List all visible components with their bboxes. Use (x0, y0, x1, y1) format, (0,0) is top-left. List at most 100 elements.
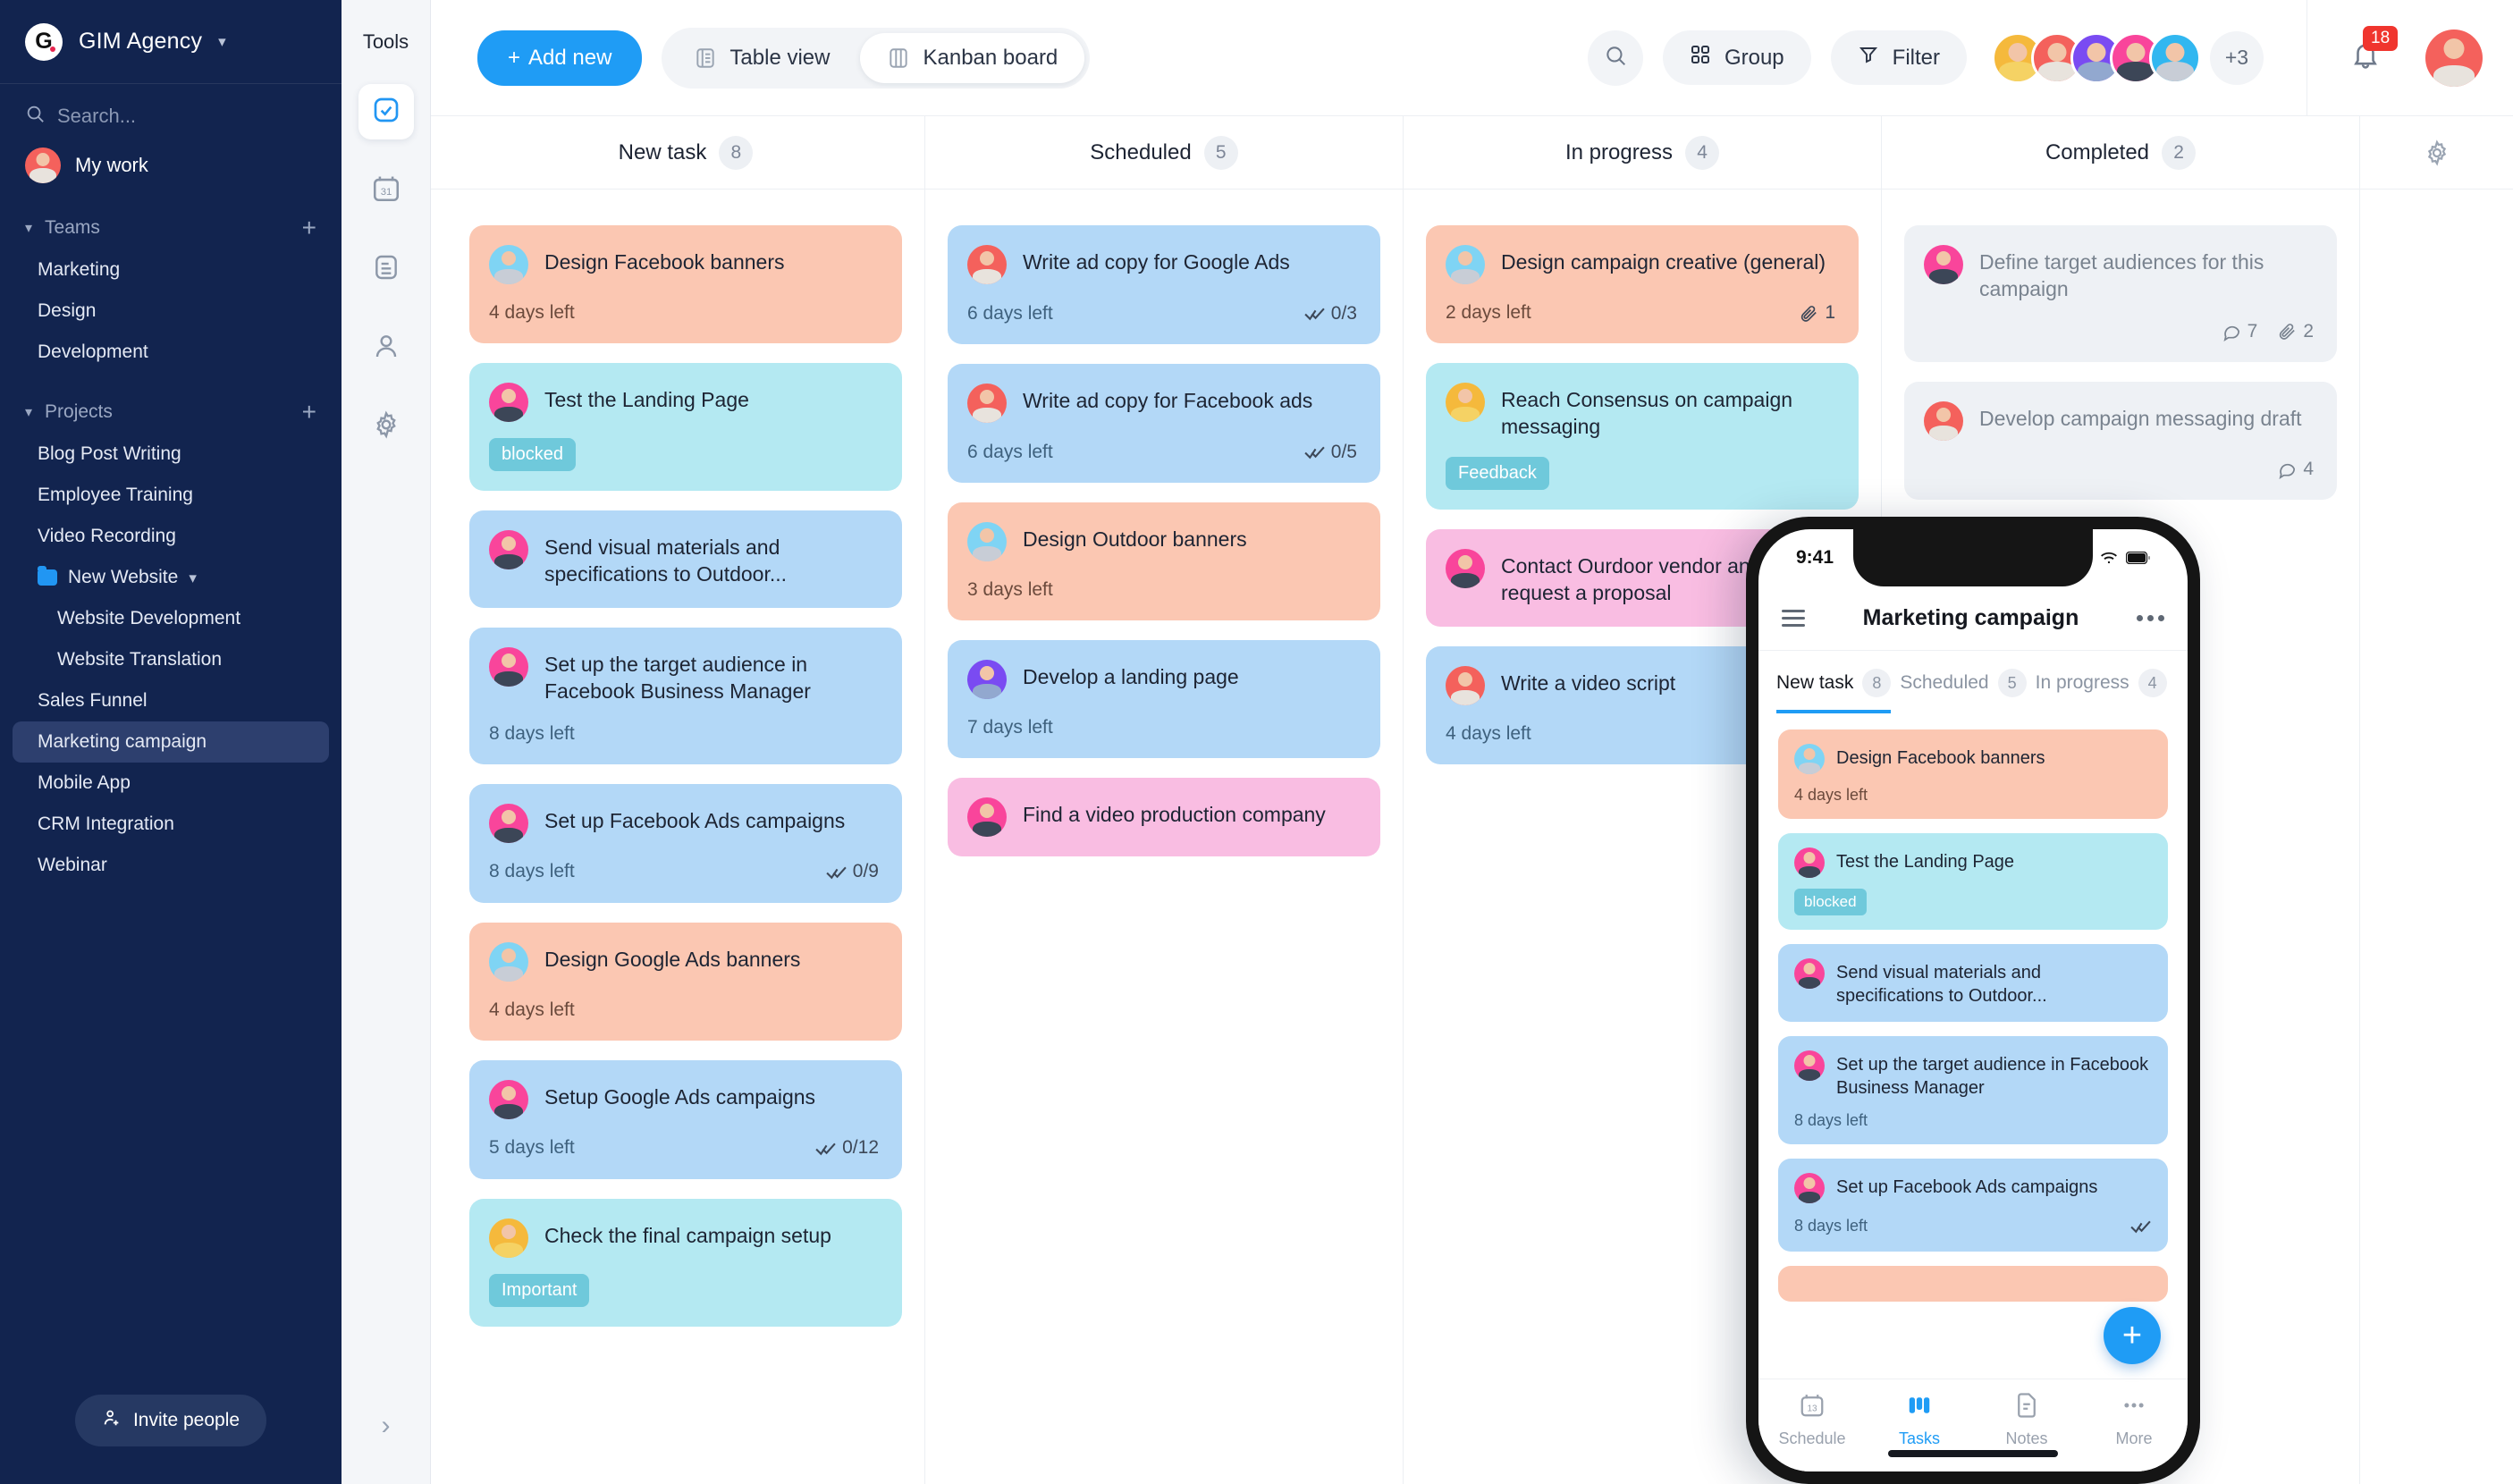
rail-item-calendar[interactable]: 31 (358, 163, 414, 218)
task-card[interactable]: Write ad copy for Google Ads 6 days left… (948, 225, 1380, 344)
attachment-count: 2 (2277, 321, 2314, 342)
phone-tab-1[interactable]: Scheduled 5 (1900, 669, 2027, 713)
column-header-3[interactable]: Completed 2 (1882, 116, 2360, 190)
task-card[interactable]: Develop a landing page 7 days left (948, 640, 1380, 758)
task-card[interactable]: Write ad copy for Facebook ads 6 days le… (948, 364, 1380, 483)
add-task-fab[interactable]: + (2104, 1307, 2161, 1364)
column-header-1[interactable]: Scheduled 5 (925, 116, 1404, 190)
sidebar-item-project-9[interactable]: CRM Integration (13, 804, 329, 845)
phone-tab-2[interactable]: In progress 4 (2036, 669, 2167, 713)
battery-icon (2126, 552, 2150, 564)
phone-nav-0[interactable]: 13 Schedule (1758, 1392, 1866, 1448)
rail-item-notes[interactable] (358, 241, 414, 297)
task-card[interactable]: Test the Landing Page blocked (469, 363, 902, 491)
my-work-label: My work (75, 154, 148, 176)
board-column-headers: New task 8 Scheduled 5 In progress 4 Com… (431, 116, 2513, 190)
column-header-2[interactable]: In progress 4 (1404, 116, 1882, 190)
tab-table-view[interactable]: Table view (667, 33, 856, 83)
card-header: Send visual materials and specifications… (1794, 958, 2152, 1008)
avatars-overflow-count[interactable]: +3 (2210, 30, 2264, 85)
phone-nav-3[interactable]: More (2080, 1392, 2188, 1448)
card-footer: 72 (1924, 321, 2314, 342)
phone-nav-2[interactable]: Notes (1973, 1392, 2080, 1448)
card-header: Develop a landing page (967, 660, 1357, 699)
sidebar-item-team-1[interactable]: Design (13, 291, 329, 332)
card-title: Reach Consensus on campaign messaging (1501, 388, 1793, 438)
sidebar-item-project-7[interactable]: Marketing campaign (13, 721, 329, 763)
rail-item-tasks[interactable] (358, 84, 414, 139)
tab-kanban-board-label: Kanban board (923, 45, 1058, 70)
notifications-button[interactable]: 18 (2350, 26, 2399, 75)
card-due: 4 days left (489, 302, 575, 323)
current-user-avatar[interactable] (2425, 29, 2483, 87)
ellipsis-icon[interactable] (2137, 615, 2164, 621)
brand-logo-letter: G (35, 29, 53, 54)
task-card[interactable]: Define target audiences for this campaig… (1904, 225, 2337, 362)
sidebar-search[interactable] (0, 84, 342, 137)
avatar (967, 384, 1007, 423)
phone-task-card[interactable]: Set up the target audience in Facebook B… (1778, 1036, 2168, 1144)
person-add-icon (102, 1408, 122, 1433)
collapse-sidebar-button[interactable]: › (382, 1411, 391, 1441)
rail-item-settings[interactable] (358, 399, 414, 454)
task-card[interactable]: Set up Facebook Ads campaigns 8 days lef… (469, 783, 902, 903)
task-card[interactable]: Reach Consensus on campaign messaging Fe… (1426, 363, 1859, 510)
card-header: Define target audiences for this campaig… (1924, 245, 2314, 303)
rail-item-people[interactable] (358, 320, 414, 375)
sidebar-item-project-4[interactable]: Website Development (13, 598, 329, 639)
menu-icon[interactable] (1782, 610, 1805, 627)
task-card[interactable]: Develop campaign messaging draft 4 (1904, 381, 2337, 500)
add-team-icon[interactable]: + (302, 215, 316, 240)
sidebar-item-project-8[interactable]: Mobile App (13, 763, 329, 804)
sidebar-item-project-3[interactable]: New Website ▾ (13, 557, 329, 598)
filter-button[interactable]: Filter (1830, 30, 1967, 85)
checklist-count (2129, 1215, 2152, 1237)
group-button[interactable]: Group (1662, 30, 1811, 85)
search-input[interactable] (57, 104, 281, 128)
task-card[interactable]: Check the final campaign setup Important (469, 1198, 902, 1327)
task-card[interactable]: Setup Google Ads campaigns 5 days left 0… (469, 1059, 902, 1179)
phone-tab-count: 8 (1862, 669, 1892, 697)
sidebar-item-project-0[interactable]: Blog Post Writing (13, 434, 329, 475)
task-card[interactable]: Design Google Ads banners 4 days left (469, 922, 902, 1041)
sidebar-item-team-0[interactable]: Marketing (13, 249, 329, 291)
projects-section-header[interactable]: ▾ Projects + (0, 373, 342, 434)
sidebar-item-project-2[interactable]: Video Recording (13, 516, 329, 557)
add-new-button[interactable]: + Add new (477, 30, 643, 86)
home-indicator (1888, 1450, 2058, 1457)
sidebar-item-project-10[interactable]: Webinar (13, 845, 329, 886)
task-card[interactable]: Send visual materials and specifications… (469, 510, 902, 608)
phone-task-card[interactable]: Set up Facebook Ads campaigns 8 days lef… (1778, 1159, 2168, 1252)
tab-kanban-board[interactable]: Kanban board (860, 32, 1085, 83)
status-badge: blocked (489, 438, 576, 471)
card-header: Set up Facebook Ads campaigns (1794, 1173, 2152, 1203)
teams-section-header[interactable]: ▾ Teams + (0, 189, 342, 249)
member-avatars[interactable]: +3 (1992, 30, 2264, 85)
sidebar-item-my-work[interactable]: My work (0, 137, 342, 189)
card-footer: 4 days left (489, 302, 879, 324)
sidebar-item-project-5[interactable]: Website Translation (13, 639, 329, 680)
sidebar-item-project-6[interactable]: Sales Funnel (13, 680, 329, 721)
workspace-switcher[interactable]: G GIM Agency ▾ (0, 0, 342, 84)
task-card[interactable]: Set up the target audience in Facebook B… (469, 627, 902, 764)
phone-tab-0[interactable]: New task 8 (1776, 669, 1892, 713)
column-title: In progress (1564, 139, 1674, 164)
add-project-icon[interactable]: + (302, 400, 316, 425)
board-settings-button[interactable] (2360, 139, 2513, 166)
task-card[interactable]: Design Outdoor banners 3 days left (948, 502, 1380, 620)
column-header-0[interactable]: New task 8 (447, 116, 925, 190)
task-card[interactable]: Design campaign creative (general) 2 day… (1426, 225, 1859, 343)
phone-task-card[interactable] (1778, 1266, 2168, 1302)
phone-task-card[interactable]: Test the Landing Page blocked (1778, 833, 2168, 930)
sidebar-item-project-1[interactable]: Employee Training (13, 475, 329, 516)
phone-task-card[interactable]: Send visual materials and specifications… (1778, 944, 2168, 1022)
invite-people-button[interactable]: Invite people (74, 1395, 267, 1446)
task-card[interactable]: Find a video production company (948, 778, 1380, 856)
task-card[interactable]: Design Facebook banners 4 days left (469, 225, 902, 343)
board-search-button[interactable] (1587, 30, 1643, 86)
phone-nav-1[interactable]: Tasks (1866, 1392, 1973, 1448)
card-due: 8 days left (489, 861, 575, 882)
sidebar-item-team-2[interactable]: Development (13, 332, 329, 373)
phone-title: Marketing campaign (1862, 605, 2079, 630)
phone-task-card[interactable]: Design Facebook banners 4 days left (1778, 729, 2168, 819)
